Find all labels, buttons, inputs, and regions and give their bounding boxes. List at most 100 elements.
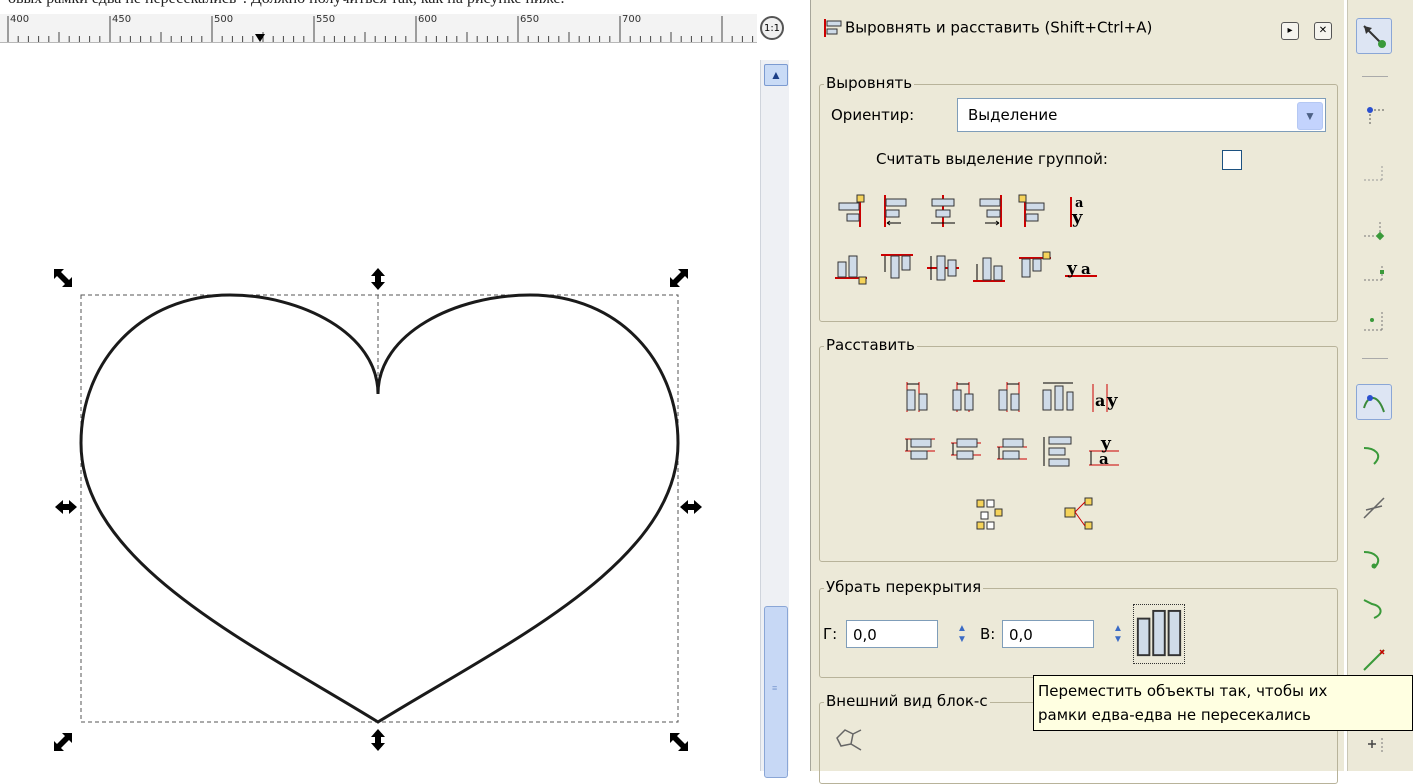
- ruler-label: 400: [10, 14, 30, 25]
- zoom-1-1-button[interactable]: 1:1: [760, 16, 784, 40]
- snap-midpoints-icon: [1363, 649, 1385, 671]
- snap-center-plus-icon: [1368, 738, 1383, 752]
- snap-smooth-nodes-button[interactable]: [1356, 540, 1392, 576]
- handle-bottom-left-icon[interactable]: [54, 733, 72, 751]
- snap-cusp-nodes-button[interactable]: [1356, 590, 1392, 626]
- distribute-gaps-v-icon[interactable]: [1039, 433, 1075, 469]
- align-bottom-edges-icon[interactable]: [971, 250, 1007, 286]
- treat-as-group-checkbox[interactable]: [1222, 150, 1242, 170]
- randomize-positions-icon[interactable]: [971, 496, 1007, 532]
- ruler-label: 700: [622, 14, 642, 25]
- align-right-to-left-icon[interactable]: [833, 193, 869, 229]
- ruler-label: 600: [418, 14, 438, 25]
- snap-object-centers-button[interactable]: [1356, 726, 1392, 762]
- distribute-text-anchors-v-icon[interactable]: ya: [1085, 433, 1121, 469]
- unclump-objects-icon[interactable]: [1061, 496, 1097, 532]
- snap-paths-icon: [1363, 447, 1380, 465]
- align-text-anchors-icon[interactable]: ay: [1063, 193, 1099, 229]
- ruler-position-marker: [255, 34, 265, 42]
- ruler-label: 500: [214, 14, 234, 25]
- align-top-to-bottom-icon[interactable]: [1017, 250, 1053, 286]
- v-gap-value: 0,0: [1009, 626, 1033, 644]
- v-gap-input[interactable]: 0,0 ▲ ▼: [1002, 620, 1123, 648]
- spin-arrows-icon[interactable]: ▲ ▼: [955, 623, 969, 645]
- snap-bbox-midpoints-button[interactable]: [1356, 256, 1392, 292]
- align-distribute-dialog: Выровнять и расставить (Shift+Ctrl+A) ▸ …: [810, 0, 1344, 784]
- horizontal-ruler: 400 450 500 550 600 650 700: [0, 14, 757, 43]
- svg-text:y: y: [1066, 259, 1078, 279]
- svg-text:a: a: [1095, 391, 1105, 410]
- dialog-close-button[interactable]: ✕: [1314, 22, 1332, 40]
- relative-to-select[interactable]: Выделение ▼: [957, 98, 1326, 132]
- snap-midpoints-button[interactable]: [1356, 642, 1392, 678]
- handle-top-icon[interactable]: [371, 268, 385, 290]
- ruler-label: 450: [112, 14, 132, 25]
- distribute-bottom-edges-icon[interactable]: [993, 433, 1029, 469]
- remove-overlaps-tooltip: Переместить объекты так, чтобы их рамки …: [1033, 675, 1413, 731]
- snap-intersections-icon: [1363, 497, 1385, 519]
- heart-shape[interactable]: [79, 293, 680, 724]
- distribute-text-anchors-h-icon[interactable]: ay: [1085, 378, 1121, 414]
- dialog-dock-button[interactable]: ▸: [1281, 22, 1299, 40]
- relative-to-label: Ориентир:: [831, 106, 915, 124]
- snap-toggle-button[interactable]: [1356, 18, 1392, 54]
- align-bottom-to-top-icon[interactable]: [833, 250, 869, 286]
- handle-bottom-icon[interactable]: [371, 729, 385, 751]
- vertical-scrollbar[interactable]: ▲ ≡: [760, 60, 789, 778]
- dialog-title-text: Выровнять и расставить (Shift+Ctrl+A): [845, 18, 1153, 37]
- distribute-left-edges-icon[interactable]: [901, 378, 937, 414]
- snap-toolbar: [1347, 0, 1413, 771]
- toolbar-separator: [1362, 76, 1388, 77]
- chevron-down-icon[interactable]: ▼: [1297, 102, 1323, 130]
- page-caption: овых рамки едва не пересекались". Должно…: [8, 0, 565, 8]
- snap-enable-icon: [1363, 25, 1386, 48]
- scroll-up-button[interactable]: ▲: [764, 64, 788, 86]
- heart-drawing[interactable]: [0, 43, 757, 771]
- distribute-centers-v-icon[interactable]: [947, 433, 983, 469]
- snap-bbox-centers-icon: [1364, 312, 1383, 331]
- handle-right-icon[interactable]: [680, 500, 702, 514]
- snap-nodes-icon: [1363, 395, 1385, 413]
- remove-overlaps-button[interactable]: [1133, 604, 1185, 664]
- distribute-gaps-h-icon[interactable]: [1039, 378, 1075, 414]
- center-vertical-axis-icon[interactable]: [925, 193, 961, 229]
- v-gap-label: В:: [980, 625, 996, 643]
- align-left-to-right-icon[interactable]: [1017, 193, 1053, 229]
- snap-bbox-centers-button[interactable]: [1356, 304, 1392, 340]
- handle-top-left-icon[interactable]: [54, 269, 72, 287]
- h-gap-input[interactable]: 0,0 ▲ ▼: [846, 620, 967, 648]
- connector-layout-legend: Внешний вид блок-с: [824, 692, 990, 710]
- distribute-centers-h-icon[interactable]: [947, 378, 983, 414]
- center-horizontal-axis-icon[interactable]: [925, 250, 961, 286]
- handle-left-icon[interactable]: [55, 500, 77, 514]
- distribute-right-edges-icon[interactable]: [993, 378, 1029, 414]
- snap-paths-button[interactable]: [1356, 436, 1392, 472]
- h-gap-label: Г:: [823, 625, 838, 643]
- svg-text:y: y: [1106, 390, 1118, 411]
- align-right-edges-icon[interactable]: [971, 193, 1007, 229]
- handle-top-right-icon[interactable]: [670, 269, 688, 287]
- align-dialog-icon: [824, 19, 842, 37]
- snap-bbox-button[interactable]: [1356, 96, 1392, 132]
- h-gap-value: 0,0: [853, 626, 877, 644]
- snap-cusp-nodes-icon: [1363, 599, 1382, 619]
- scroll-thumb[interactable]: ≡: [764, 606, 788, 778]
- align-baselines-icon[interactable]: ya: [1063, 250, 1099, 286]
- tooltip-line-1: Переместить объекты так, чтобы их: [1038, 682, 1328, 700]
- svg-text:y: y: [1071, 207, 1083, 228]
- remove-overlaps-legend: Убрать перекрытия: [824, 578, 984, 596]
- snap-bbox-edges-icon: [1364, 166, 1384, 182]
- snap-bbox-corners-button[interactable]: [1356, 212, 1392, 248]
- align-left-edges-icon[interactable]: [879, 193, 915, 229]
- snap-nodes-button[interactable]: [1356, 384, 1392, 420]
- snap-bbox-edges-button[interactable]: [1356, 156, 1392, 192]
- distribute-top-edges-icon[interactable]: [901, 433, 937, 469]
- connector-graph-icon[interactable]: [831, 724, 867, 760]
- snap-intersections-button[interactable]: [1356, 490, 1392, 526]
- handle-bottom-right-icon[interactable]: [670, 733, 688, 751]
- align-top-edges-icon[interactable]: [879, 250, 915, 286]
- distribute-legend: Расставить: [824, 336, 917, 354]
- drawing-canvas[interactable]: [0, 43, 757, 771]
- close-icon: ✕: [1318, 25, 1328, 36]
- spin-arrows-icon[interactable]: ▲ ▼: [1111, 623, 1125, 645]
